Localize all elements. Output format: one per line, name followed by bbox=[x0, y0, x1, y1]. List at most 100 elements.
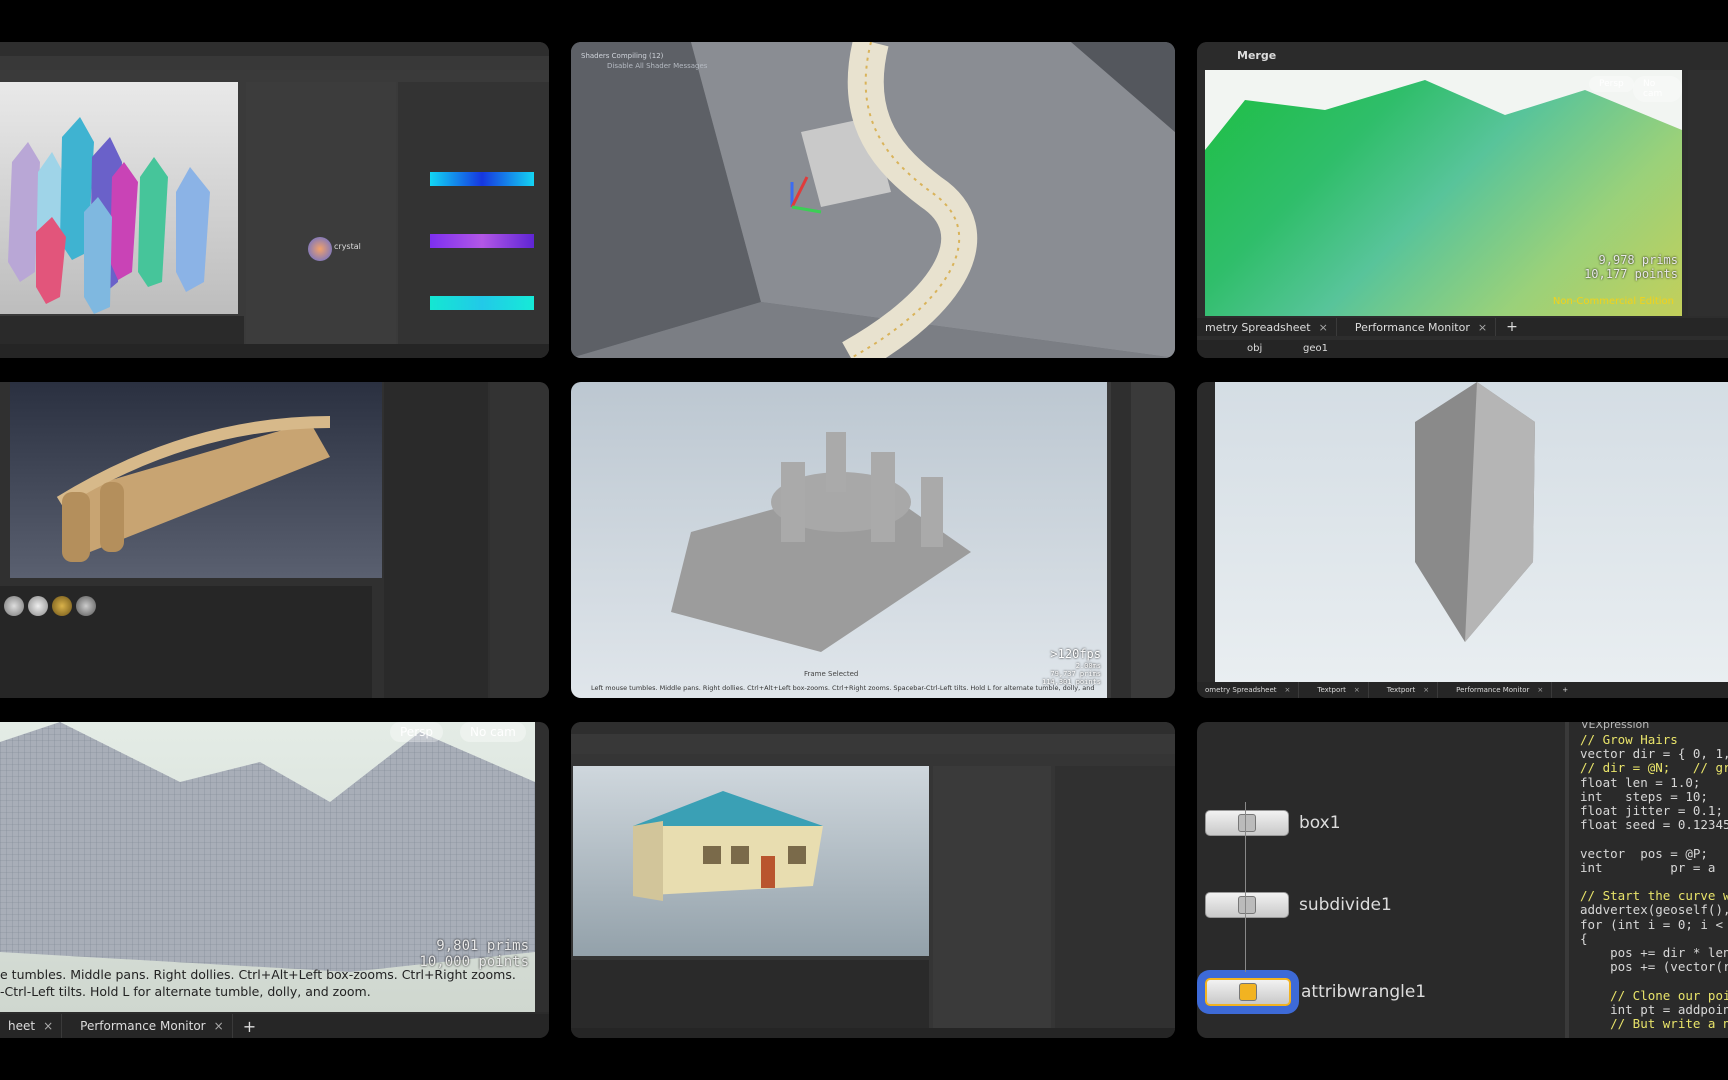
pane-tabs[interactable]: metry Spreadsheet × Performance Monitor × … bbox=[1197, 318, 1728, 336]
ramp-blue[interactable] bbox=[430, 172, 534, 186]
code-line: float jitter = 0.1; bbox=[1580, 803, 1723, 819]
tab-textport[interactable]: Textport × bbox=[1309, 682, 1369, 698]
timeline[interactable] bbox=[571, 1028, 1175, 1038]
shelf-toolbar[interactable] bbox=[571, 734, 1175, 754]
code-line: vector pos = @P; bbox=[1580, 845, 1708, 861]
material-palette[interactable] bbox=[0, 586, 372, 698]
material-swatch[interactable] bbox=[4, 596, 24, 616]
house-render bbox=[633, 791, 823, 901]
tile-staircase[interactable]: Shaders Compiling (12) Disable All Shade… bbox=[571, 42, 1175, 358]
tile-terrain[interactable]: Persp No cam 9,801 prims 10,000 points e… bbox=[0, 722, 549, 1038]
node-tile[interactable] bbox=[1205, 810, 1289, 836]
side-toolbar[interactable] bbox=[1197, 382, 1215, 682]
code-line: // Start the curve wit bbox=[1580, 888, 1728, 904]
persp-menu[interactable]: Persp bbox=[390, 722, 443, 742]
parameter-panel[interactable] bbox=[1055, 766, 1175, 1030]
path-obj[interactable]: obj bbox=[1247, 343, 1262, 354]
side-toolbar[interactable] bbox=[1688, 70, 1728, 316]
network-editor[interactable]: crystal bbox=[246, 82, 396, 352]
path-geo[interactable]: geo1 bbox=[1303, 343, 1328, 354]
add-tab-icon[interactable]: + bbox=[1562, 686, 1568, 694]
tab-spreadsheet[interactable]: ometry Spreadsheet × bbox=[1197, 682, 1300, 698]
add-tab-icon[interactable]: + bbox=[1506, 319, 1518, 335]
node-subdivide1[interactable]: subdivide1 bbox=[1205, 892, 1392, 918]
viewport[interactable] bbox=[0, 82, 238, 314]
viewport[interactable]: Persp No cam 9,801 prims 10,000 points e… bbox=[0, 722, 535, 1012]
prims-count: 9,978 prims bbox=[1598, 253, 1678, 267]
node-tile[interactable] bbox=[1205, 892, 1289, 918]
viewport[interactable] bbox=[1215, 382, 1728, 682]
tile-crystals[interactable]: crystal bbox=[0, 42, 549, 358]
viewport[interactable] bbox=[573, 766, 929, 956]
code-line: { bbox=[1580, 930, 1588, 946]
vex-code-editor[interactable]: // Grow Hairsvector dir = { 0, 1, 0// di… bbox=[1580, 732, 1728, 1032]
fps-stats: >120fps 2.00ms 79,737 prims 114,301 poin… bbox=[1042, 647, 1101, 686]
camera-menu[interactable]: No cam bbox=[460, 722, 526, 742]
shelf-toolbar[interactable] bbox=[0, 56, 549, 70]
parameter-panel[interactable] bbox=[398, 82, 549, 358]
pane-tabs[interactable]: heet × Performance Monitor × + bbox=[0, 1014, 549, 1038]
tile-crystal-single[interactable]: ometry Spreadsheet × Textport × Textport × … bbox=[1197, 382, 1728, 698]
material-swatch[interactable] bbox=[52, 596, 72, 616]
edition-label: Non-Commercial Edition bbox=[1552, 296, 1674, 307]
vex-label: VEXpression bbox=[1581, 722, 1650, 731]
box-icon bbox=[1238, 814, 1256, 832]
tab-spreadsheet[interactable]: heet × bbox=[0, 1014, 63, 1038]
node-label: box1 bbox=[1299, 813, 1341, 833]
material-swatch[interactable] bbox=[28, 596, 48, 616]
ramp-purple[interactable] bbox=[430, 234, 534, 248]
node-box1[interactable]: box1 bbox=[1205, 810, 1341, 836]
code-line: // But write a new bbox=[1610, 1016, 1728, 1032]
code-line: pos += (vector(ran bbox=[1610, 959, 1728, 975]
tile-bridge[interactable] bbox=[0, 382, 549, 698]
code-line: addvertex(geoself(), p bbox=[1580, 902, 1728, 918]
path-bar[interactable]: obj geo1 bbox=[1197, 340, 1728, 358]
node-attribwrangle1[interactable]: attribwrangle1 bbox=[1205, 978, 1426, 1006]
material-swatch[interactable] bbox=[76, 596, 96, 616]
viewport[interactable] bbox=[10, 382, 382, 578]
node-label: subdivide1 bbox=[1299, 895, 1392, 915]
bridge-render bbox=[56, 416, 331, 562]
viewport-hint: Left mouse tumbles. Middle pans. Right d… bbox=[591, 684, 1095, 692]
ramp-teal[interactable] bbox=[430, 296, 534, 310]
pane-header: Merge bbox=[1197, 42, 1728, 70]
tab-performance[interactable]: Performance Monitor × bbox=[1347, 318, 1497, 336]
pane-tabs[interactable]: ometry Spreadsheet × Textport × Textport × … bbox=[1197, 682, 1728, 698]
spreadsheet[interactable] bbox=[571, 960, 929, 1030]
menu-toolbar[interactable] bbox=[571, 722, 1175, 734]
crystal-node-label: crystal bbox=[334, 242, 361, 251]
staircase-render bbox=[571, 42, 1175, 358]
side-toolbar[interactable] bbox=[1111, 382, 1131, 698]
viewport[interactable]: Frame Selected Left mouse tumbles. Middl… bbox=[571, 382, 1107, 698]
tab-spreadsheet[interactable]: metry Spreadsheet × bbox=[1197, 318, 1337, 336]
shader-compiling-text: Shaders Compiling (12) bbox=[581, 52, 664, 60]
code-line: int steps = 10; bbox=[1580, 788, 1708, 804]
menu-toolbar[interactable] bbox=[0, 42, 549, 56]
disable-shader-messages[interactable]: Disable All Shader Messages bbox=[607, 62, 707, 70]
tile-castle[interactable]: Frame Selected Left mouse tumbles. Middl… bbox=[571, 382, 1175, 698]
side-toolbar[interactable] bbox=[535, 722, 549, 1012]
node-title: Merge bbox=[1237, 49, 1277, 62]
code-line: // Clone our point bbox=[1610, 987, 1728, 1003]
node-tile[interactable] bbox=[1205, 978, 1291, 1006]
camera-menu[interactable]: No cam bbox=[1633, 76, 1682, 102]
properties-panel[interactable] bbox=[490, 382, 549, 698]
crystal-render bbox=[1415, 382, 1535, 642]
tab-textport-2[interactable]: Textport × bbox=[1379, 682, 1439, 698]
timeline[interactable] bbox=[0, 344, 549, 358]
crystal-node[interactable] bbox=[308, 237, 332, 261]
prims-count: 79,737 prims bbox=[1050, 669, 1101, 678]
scene-tree-panel[interactable] bbox=[384, 382, 488, 698]
tile-merge[interactable]: Merge Persp No cam 9,978 prims 10,177 po… bbox=[1197, 42, 1728, 358]
tab-performance[interactable]: Performance Monitor × bbox=[72, 1014, 233, 1038]
code-line: pos += dir * len / bbox=[1610, 945, 1728, 961]
code-line: float seed = 0.12345; bbox=[1580, 817, 1728, 833]
add-tab-icon[interactable]: + bbox=[243, 1017, 256, 1036]
tile-house[interactable] bbox=[571, 722, 1175, 1038]
persp-menu[interactable]: Persp bbox=[1589, 76, 1634, 92]
network-editor[interactable] bbox=[933, 766, 1051, 1030]
viewport[interactable]: Persp No cam 9,978 prims 10,177 points N… bbox=[1205, 70, 1682, 316]
tab-performance[interactable]: Performance Monitor × bbox=[1448, 682, 1553, 698]
